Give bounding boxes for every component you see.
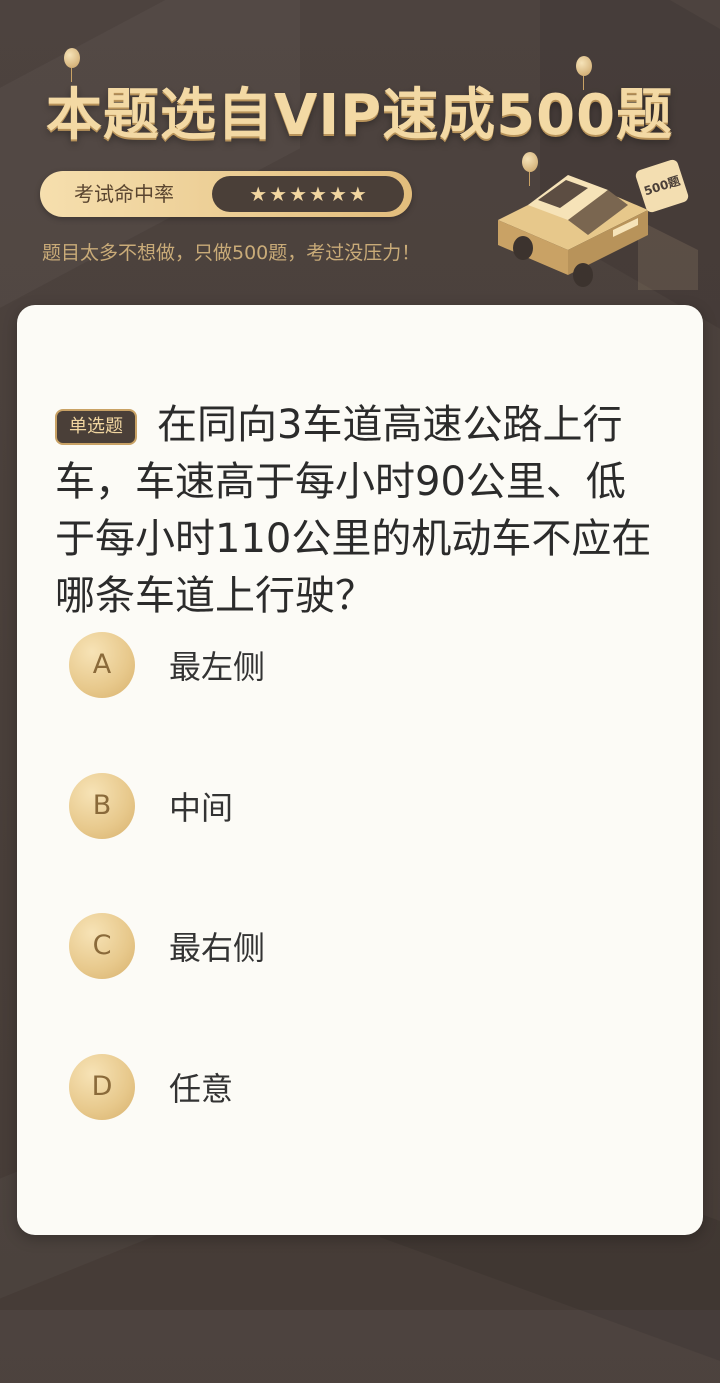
star-icon: ★ — [309, 182, 327, 206]
star-icon: ★ — [348, 182, 367, 206]
hit-rate-label: 考试命中率 — [74, 182, 174, 206]
star-icon: ★ — [328, 182, 347, 206]
question-text-block: 单选题 在同向3车道高速公路上行车，车速高于每小时90公里、低于每小时110公里的… — [55, 397, 655, 625]
option-c[interactable]: C 最右侧 — [69, 911, 669, 981]
question-card: 单选题 在同向3车道高速公路上行车，车速高于每小时90公里、低于每小时110公里的… — [17, 305, 703, 1235]
star-icon: ★ — [289, 182, 307, 206]
star-rating: ★ ★ ★ ★ ★ ★ — [212, 176, 404, 212]
option-letter-d: D — [69, 1054, 135, 1120]
question-type-badge: 单选题 — [55, 409, 137, 445]
banner-title: 本题选自VIP速成500题 — [46, 83, 674, 148]
option-b[interactable]: B 中间 — [69, 771, 669, 841]
banner-subtitle: 题目太多不想做，只做500题，考过没压力！ — [42, 242, 421, 264]
star-icon: ★ — [249, 182, 268, 206]
option-d[interactable]: D 任意 — [69, 1052, 669, 1122]
balloon-icon — [64, 48, 80, 82]
option-text-a: 最左侧 — [169, 648, 266, 686]
option-text-c: 最右侧 — [169, 929, 266, 967]
option-letter-b: B — [69, 773, 135, 839]
hit-rate-pill: 考试命中率 ★ ★ ★ ★ ★ ★ — [40, 171, 412, 217]
option-letter-c: C — [69, 913, 135, 979]
option-text-b: 中间 — [169, 789, 234, 827]
question-text: 在同向3车道高速公路上行车，车速高于每小时90公里、低于每小时110公里的机动车… — [55, 402, 652, 619]
option-text-d: 任意 — [169, 1070, 234, 1108]
star-icon: ★ — [269, 182, 288, 206]
option-a[interactable]: A 最左侧 — [69, 630, 669, 700]
option-letter-a: A — [69, 632, 135, 698]
